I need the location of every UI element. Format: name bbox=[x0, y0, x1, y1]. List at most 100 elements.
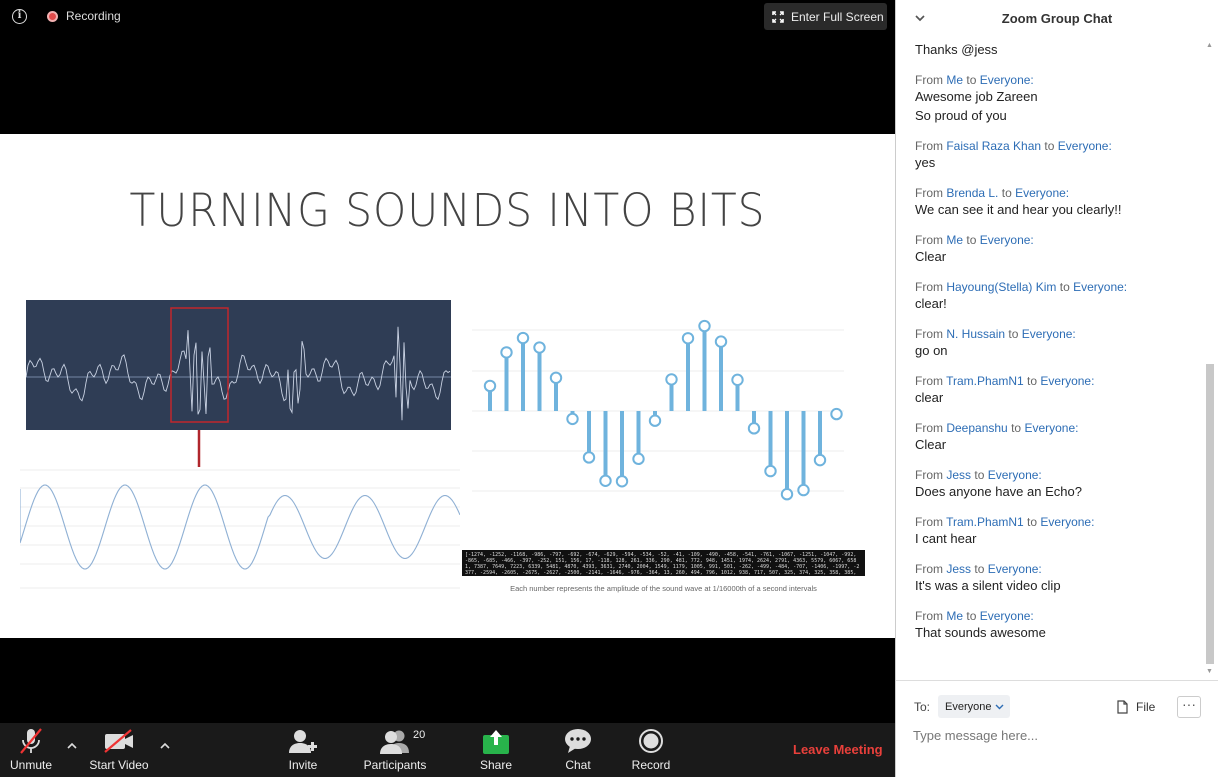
to-word: to bbox=[966, 609, 977, 623]
sample-marker bbox=[582, 451, 596, 464]
to-word: to bbox=[1001, 186, 1012, 200]
sender-name[interactable]: Me bbox=[946, 609, 963, 623]
from-word: From bbox=[915, 186, 943, 200]
recipient-select[interactable]: Everyone bbox=[938, 695, 1010, 718]
from-word: From bbox=[915, 233, 943, 247]
from-word: From bbox=[915, 139, 943, 153]
recipient-value: Everyone bbox=[945, 700, 992, 713]
record-label: Record bbox=[631, 758, 671, 772]
sine-wave-image bbox=[19, 464, 461, 594]
invite-label: Invite bbox=[288, 758, 318, 772]
recipient-name[interactable]: Everyone: bbox=[1015, 186, 1069, 200]
chat-message-text: Awesome job Zareen bbox=[915, 89, 1038, 104]
sample-marker bbox=[731, 373, 744, 387]
chat-message-header: From Tram.PhamN1 to Everyone: bbox=[915, 374, 1206, 388]
file-icon bbox=[1117, 699, 1128, 714]
chat-message-text: clear bbox=[915, 390, 944, 405]
unmute-label: Unmute bbox=[9, 758, 53, 772]
add-person-icon bbox=[288, 727, 318, 755]
chevron-down-icon bbox=[995, 704, 1004, 710]
start-video-button[interactable]: Start Video bbox=[86, 723, 152, 777]
sender-name[interactable]: Me bbox=[946, 233, 963, 247]
from-word: From bbox=[915, 280, 943, 294]
recipient-name[interactable]: Everyone: bbox=[980, 233, 1034, 247]
scroll-thumb[interactable] bbox=[1206, 364, 1214, 664]
recipient-name[interactable]: Everyone: bbox=[1022, 327, 1076, 341]
record-button[interactable]: Record bbox=[629, 723, 673, 777]
invite-button[interactable]: Invite bbox=[280, 723, 326, 777]
recipient-name[interactable]: Everyone: bbox=[1058, 139, 1112, 153]
chat-message-text: Does anyone have an Echo? bbox=[915, 484, 1082, 499]
chat-message: From Tram.PhamN1 to Everyone: clear bbox=[896, 374, 1206, 407]
sender-name[interactable]: N. Hussain bbox=[946, 327, 1005, 341]
send-file-button[interactable]: File bbox=[1117, 695, 1155, 718]
chat-message-text: Clear bbox=[915, 249, 947, 264]
meeting-toolbar: Unmute Start Video Invite Participants 2… bbox=[0, 723, 895, 777]
sample-marker bbox=[698, 319, 711, 333]
recipient-name[interactable]: Everyone: bbox=[980, 609, 1034, 623]
sample-marker bbox=[500, 346, 513, 359]
enter-full-screen-button[interactable]: Enter Full Screen bbox=[764, 3, 887, 30]
chat-message-text: yes bbox=[915, 155, 936, 170]
chat-message: From Me to Everyone: Clear bbox=[896, 233, 1206, 266]
to-word: to bbox=[966, 233, 977, 247]
share-screen-icon bbox=[482, 727, 510, 755]
chat-bubble-icon bbox=[564, 727, 592, 755]
scroll-up-arrow-icon[interactable]: ▲ bbox=[1206, 42, 1213, 49]
info-icon[interactable]: i bbox=[12, 9, 27, 24]
chat-message-header: From N. Hussain to Everyone: bbox=[915, 327, 1206, 341]
sender-name[interactable]: Hayoung(Stella) Kim bbox=[946, 280, 1056, 294]
to-word: to bbox=[1059, 280, 1070, 294]
sample-stem-plot bbox=[472, 314, 847, 514]
chat-message: From Brenda L. to Everyone: We can see it… bbox=[896, 186, 1206, 219]
record-icon bbox=[638, 727, 664, 755]
sample-marker bbox=[830, 407, 843, 421]
video-off-icon bbox=[103, 727, 135, 755]
audio-options-caret-icon[interactable] bbox=[65, 739, 79, 753]
sample-marker bbox=[714, 335, 728, 348]
leave-meeting-button[interactable]: Leave Meeting bbox=[793, 742, 883, 757]
chat-compose-area: To: Everyone File ··· bbox=[896, 680, 1218, 777]
sender-name[interactable]: Me bbox=[946, 73, 963, 87]
sender-name[interactable]: Jess bbox=[946, 562, 971, 576]
shared-screen-area: i Recording Enter Full Screen TURNING SO… bbox=[0, 0, 895, 723]
recipient-name[interactable]: Everyone: bbox=[1024, 421, 1078, 435]
sender-name[interactable]: Deepanshu bbox=[946, 421, 1007, 435]
presentation-slide: TURNING SOUNDS INTO BITS [-1274, -1252, … bbox=[0, 134, 895, 638]
recipient-name[interactable]: Everyone: bbox=[1040, 374, 1094, 388]
slide-caption: Each number represents the amplitude of … bbox=[510, 584, 817, 593]
chat-message-header: From Jess to Everyone: bbox=[915, 562, 1206, 576]
chat-button[interactable]: Chat bbox=[560, 723, 596, 777]
sender-name[interactable]: Brenda L. bbox=[946, 186, 998, 200]
to-word: to bbox=[974, 562, 985, 576]
sample-values-text: [-1274, -1252, -1168, -986, -797, -692, … bbox=[462, 550, 865, 576]
scroll-down-arrow-icon[interactable]: ▼ bbox=[1206, 668, 1213, 675]
message-input[interactable] bbox=[913, 724, 1203, 746]
to-label: To: bbox=[914, 700, 931, 714]
share-button[interactable]: Share bbox=[476, 723, 516, 777]
sender-name[interactable]: Jess bbox=[946, 468, 971, 482]
recipient-name[interactable]: Everyone: bbox=[988, 468, 1042, 482]
recipient-name[interactable]: Everyone: bbox=[1073, 280, 1127, 294]
sender-name[interactable]: Faisal Raza Khan bbox=[946, 139, 1041, 153]
sender-name[interactable]: Tram.PhamN1 bbox=[946, 374, 1024, 388]
sample-marker bbox=[533, 341, 546, 354]
more-options-button[interactable]: ··· bbox=[1177, 696, 1201, 718]
unmute-button[interactable]: Unmute bbox=[6, 723, 56, 777]
from-word: From bbox=[915, 73, 943, 87]
sample-marker bbox=[764, 464, 777, 478]
recipient-name[interactable]: Everyone: bbox=[980, 73, 1034, 87]
chat-scrollbar[interactable]: ▲ ▼ bbox=[1204, 42, 1216, 678]
chat-message: From Me to Everyone: Awesome job Zareen So… bbox=[896, 73, 1206, 125]
fullscreen-label: Enter Full Screen bbox=[791, 9, 884, 24]
video-options-caret-icon[interactable] bbox=[158, 739, 172, 753]
recipient-name[interactable]: Everyone: bbox=[988, 562, 1042, 576]
sample-marker bbox=[797, 483, 810, 497]
sender-name[interactable]: Tram.PhamN1 bbox=[946, 515, 1024, 529]
sample-marker bbox=[516, 331, 530, 345]
chat-header: Zoom Group Chat bbox=[896, 0, 1218, 36]
recipient-name[interactable]: Everyone: bbox=[1040, 515, 1094, 529]
chat-message-header: From Me to Everyone: bbox=[915, 609, 1206, 623]
chat-message-text: clear! bbox=[915, 296, 947, 311]
chat-message: From Hayoung(Stella) Kim to Everyone: cle… bbox=[896, 280, 1206, 313]
